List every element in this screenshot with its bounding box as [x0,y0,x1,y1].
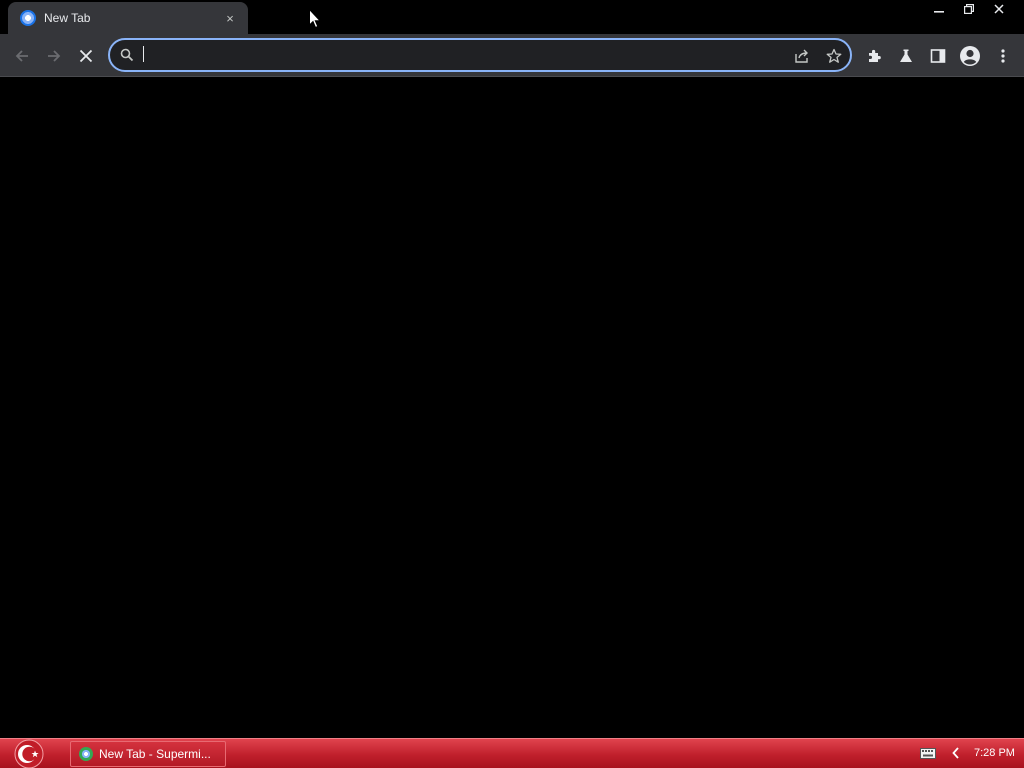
title-bar: New Tab × [0,0,1024,34]
forward-button[interactable] [40,42,68,70]
mouse-cursor-icon [309,9,321,29]
labs-button[interactable] [892,42,920,70]
omnibox[interactable] [108,38,852,72]
share-icon [795,49,808,63]
chromium-icon [79,747,93,761]
stop-loading-icon [79,49,93,63]
clock[interactable]: 7:28 PM [974,747,1015,759]
browser-toolbar [0,34,1024,77]
tab-new-tab[interactable]: New Tab × [8,2,248,34]
minimize-button[interactable] [924,0,954,18]
close-icon [994,4,1004,14]
chromium-icon [20,10,36,26]
forward-arrow-icon [48,50,61,62]
extensions-puzzle-icon [869,49,881,62]
address-input[interactable] [142,45,782,67]
page-content[interactable] [0,78,1024,738]
start-crescent-icon [14,739,44,768]
restore-icon [964,4,974,14]
bookmark-star-icon [826,48,842,63]
minimize-icon [934,11,944,13]
back-button[interactable] [8,42,36,70]
tab-close-button[interactable]: × [222,11,238,26]
taskbar: New Tab - Supermi... 7:28 PM [0,738,1024,768]
extensions-button[interactable] [860,42,888,70]
back-arrow-icon [15,50,28,62]
labs-flask-icon [900,49,912,62]
bookmark-button[interactable] [824,46,844,66]
taskbar-item-label: New Tab - Supermi... [99,747,211,761]
profile-avatar-icon [960,46,980,66]
window-controls [924,0,1014,18]
more-menu-icon [1001,49,1005,63]
tray-chevron-icon[interactable] [950,745,962,761]
side-panel-button[interactable] [924,42,952,70]
taskbar-item-browser[interactable]: New Tab - Supermi... [70,741,226,767]
text-caret [143,46,144,62]
stop-button[interactable] [72,42,100,70]
restore-button[interactable] [954,0,984,18]
keyboard-icon[interactable] [920,748,936,759]
profile-button[interactable] [956,42,984,70]
more-menu-button[interactable] [989,42,1017,70]
search-icon [120,48,134,62]
share-button[interactable] [792,46,812,66]
tab-title: New Tab [44,11,91,25]
start-button[interactable] [10,739,48,768]
close-window-button[interactable] [984,0,1014,18]
side-panel-icon [930,49,946,63]
